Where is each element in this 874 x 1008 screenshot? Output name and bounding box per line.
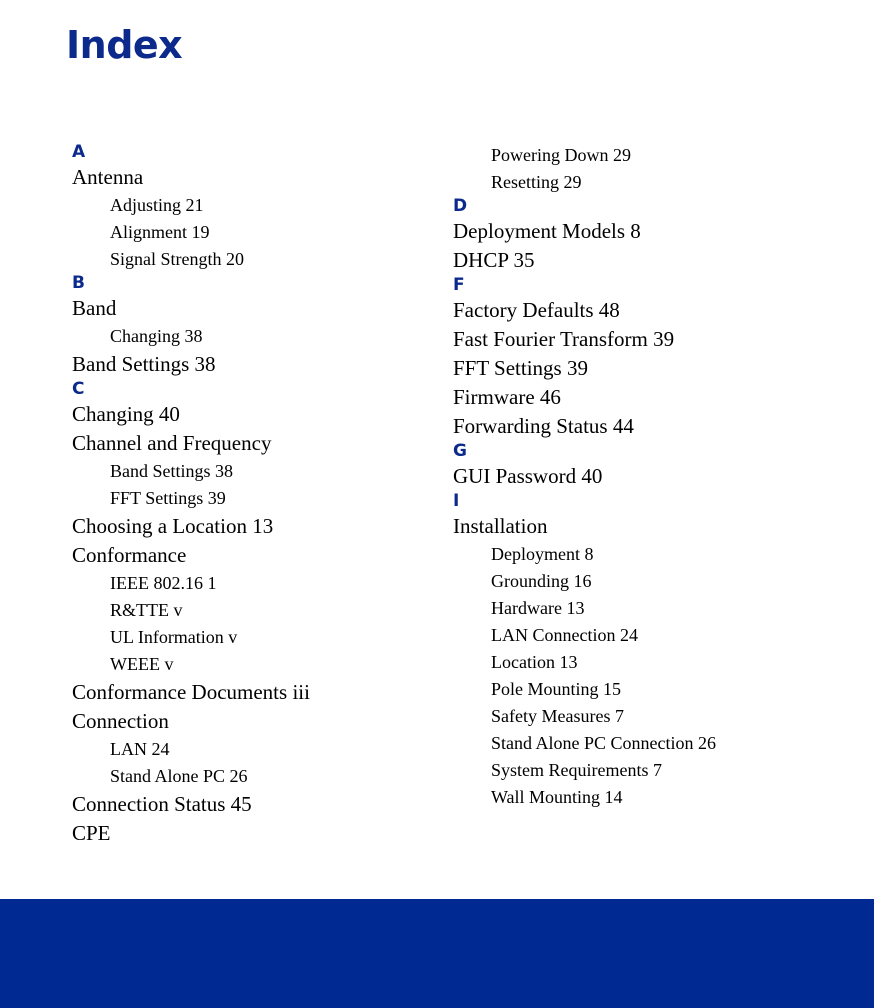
index-entry[interactable]: DHCP 35 (453, 246, 823, 275)
index-subentry[interactable]: Grounding 16 (453, 568, 823, 595)
index-letter-heading: B (72, 273, 85, 293)
index-subentry[interactable]: Wall Mounting 14 (453, 784, 823, 811)
index-subentry[interactable]: System Requirements 7 (453, 757, 823, 784)
index-entry[interactable]: Installation (453, 512, 823, 541)
index-entry[interactable]: Factory Defaults 48 (453, 296, 823, 325)
index-letter-heading: C (72, 379, 85, 399)
index-subentry[interactable]: Changing 38 (72, 323, 442, 350)
index-subentry[interactable]: Stand Alone PC Connection 26 (453, 730, 823, 757)
index-entry[interactable]: Fast Fourier Transform 39 (453, 325, 823, 354)
index-subentry[interactable]: Signal Strength 20 (72, 246, 442, 273)
index-entry[interactable]: Forwarding Status 44 (453, 412, 823, 441)
index-entry[interactable]: Band Settings 38 (72, 350, 442, 379)
index-column-right: Powering Down 29 Resetting 29 D Deployment … (453, 142, 823, 811)
index-letter-heading: G (453, 441, 467, 461)
index-subentry[interactable]: Safety Measures 7 (453, 703, 823, 730)
index-subentry[interactable]: Stand Alone PC 26 (72, 763, 442, 790)
index-subentry[interactable]: Band Settings 38 (72, 458, 442, 485)
index-subentry[interactable]: Location 13 (453, 649, 823, 676)
index-subentry[interactable]: LAN 24 (72, 736, 442, 763)
index-entry[interactable]: Conformance Documents iii (72, 678, 442, 707)
index-entry[interactable]: Firmware 46 (453, 383, 823, 412)
index-letter-heading: F (453, 275, 465, 295)
index-subentry[interactable]: IEEE 802.16 1 (72, 570, 442, 597)
index-subentry[interactable]: UL Information v (72, 624, 442, 651)
index-subentry[interactable]: Deployment 8 (453, 541, 823, 568)
index-letter-heading: I (453, 491, 460, 511)
index-entry[interactable]: Conformance (72, 541, 442, 570)
index-entry[interactable]: Band (72, 294, 442, 323)
index-subentry[interactable]: Pole Mounting 15 (453, 676, 823, 703)
index-subentry[interactable]: Resetting 29 (453, 169, 823, 196)
index-subentry[interactable]: WEEE v (72, 651, 442, 678)
index-subentry[interactable]: R&TTE v (72, 597, 442, 624)
index-entry[interactable]: Connection (72, 707, 442, 736)
index-entry[interactable]: Channel and Frequency (72, 429, 442, 458)
index-entry[interactable]: Connection Status 45 (72, 790, 442, 819)
index-subentry[interactable]: Hardware 13 (453, 595, 823, 622)
index-entry[interactable]: GUI Password 40 (453, 462, 823, 491)
index-subentry[interactable]: Adjusting 21 (72, 192, 442, 219)
index-entry[interactable]: Deployment Models 8 (453, 217, 823, 246)
index-subentry[interactable]: LAN Connection 24 (453, 622, 823, 649)
index-page: Index A Antenna Adjusting 21 Alignment 19 Si… (0, 0, 874, 1008)
index-letter-heading: A (72, 142, 86, 162)
index-subentry[interactable]: Powering Down 29 (453, 142, 823, 169)
index-entry[interactable]: Changing 40 (72, 400, 442, 429)
index-subentry[interactable]: Alignment 19 (72, 219, 442, 246)
index-entry[interactable]: CPE (72, 819, 442, 848)
index-letter-heading: D (453, 196, 468, 216)
index-column-left: A Antenna Adjusting 21 Alignment 19 Signal S… (72, 142, 442, 848)
index-subentry[interactable]: FFT Settings 39 (72, 485, 442, 512)
index-entry[interactable]: FFT Settings 39 (453, 354, 823, 383)
footer-band (0, 899, 874, 1008)
index-entry[interactable]: Choosing a Location 13 (72, 512, 442, 541)
page-title: Index (66, 23, 183, 68)
index-entry[interactable]: Antenna (72, 163, 442, 192)
